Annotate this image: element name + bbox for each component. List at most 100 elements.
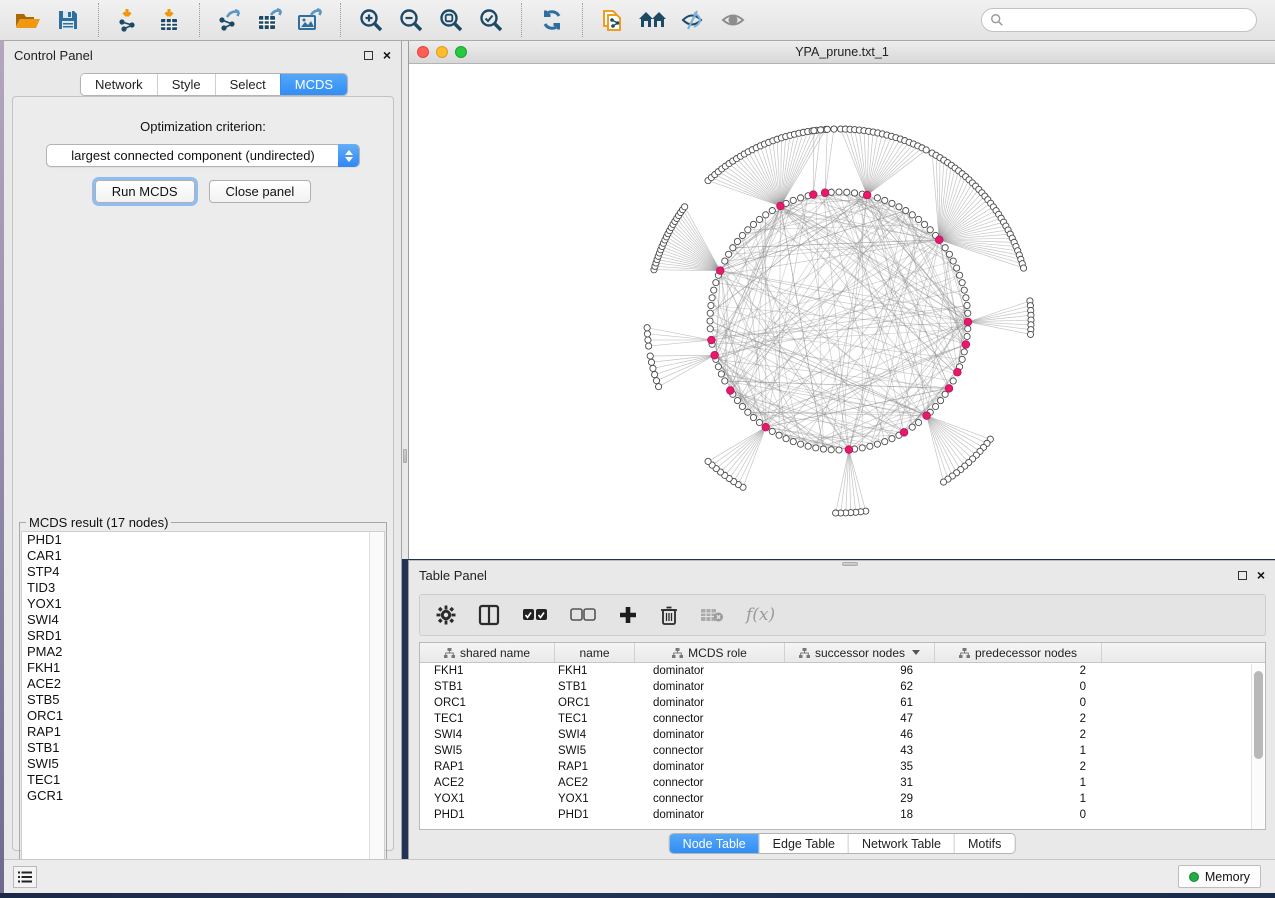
float-panel-icon[interactable] xyxy=(364,51,373,60)
splitter-grip[interactable] xyxy=(403,449,407,463)
memory-button[interactable]: Memory xyxy=(1178,865,1261,888)
table-row[interactable]: SWI4SWI4dominator462 xyxy=(420,727,1265,743)
tab-style[interactable]: Style xyxy=(157,74,215,95)
add-column-button[interactable] xyxy=(618,605,638,625)
first-neighbors-button[interactable] xyxy=(633,3,673,37)
table-row[interactable]: ORC1ORC1dominator610 xyxy=(420,695,1265,711)
delete-column-button[interactable] xyxy=(660,605,678,625)
zoom-fit-button[interactable] xyxy=(431,3,471,37)
table-row[interactable]: STB1STB1dominator620 xyxy=(420,679,1265,695)
mcds-result-item[interactable]: RAP1 xyxy=(22,724,384,740)
table-cell: 2 xyxy=(935,729,1102,741)
show-all-button[interactable] xyxy=(713,3,753,37)
horizontal-splitter-grip[interactable] xyxy=(842,562,858,566)
mcds-result-item[interactable]: STP4 xyxy=(22,564,384,580)
network-window-titlebar[interactable]: YPA_prune.txt_1 xyxy=(409,41,1275,64)
table-cell: 0 xyxy=(935,809,1102,821)
mcds-result-item[interactable]: PHD1 xyxy=(22,532,384,548)
refresh-icon xyxy=(540,8,564,32)
table-cell: SWI5 xyxy=(555,745,635,757)
close-panel-button[interactable]: Close panel xyxy=(209,180,312,203)
network-canvas[interactable] xyxy=(409,64,1274,558)
mcds-result-item[interactable]: FKH1 xyxy=(22,660,384,676)
mcds-result-item[interactable]: CAR1 xyxy=(22,548,384,564)
column-header-name[interactable]: name xyxy=(555,643,635,662)
table-row[interactable]: SWI5SWI5connector431 xyxy=(420,743,1265,759)
float-panel-icon[interactable] xyxy=(1238,571,1247,580)
table-scrollbar[interactable] xyxy=(1251,664,1264,830)
tab-mcds[interactable]: MCDS xyxy=(280,74,347,95)
column-header-predecessor-nodes[interactable]: predecessor nodes xyxy=(935,643,1102,662)
close-panel-icon[interactable]: × xyxy=(383,50,391,60)
delete-table-icon xyxy=(700,607,724,623)
mcds-result-item[interactable]: TID3 xyxy=(22,580,384,596)
vertical-splitter[interactable] xyxy=(402,41,408,559)
column-header-successor-nodes[interactable]: successor nodes xyxy=(785,643,935,662)
open-file-button[interactable] xyxy=(8,3,48,37)
show-columns-button[interactable] xyxy=(478,604,500,626)
import-table-button[interactable] xyxy=(149,3,189,37)
table-row[interactable]: ACE2ACE2connector311 xyxy=(420,775,1265,791)
column-header-shared-name[interactable]: shared name xyxy=(420,643,555,662)
hide-selected-button[interactable] xyxy=(673,3,713,37)
table-row[interactable]: RAP1RAP1dominator352 xyxy=(420,759,1265,775)
export-network-button[interactable] xyxy=(210,3,250,37)
selected-option: largest connected component (undirected) xyxy=(47,148,359,163)
mcds-result-item[interactable]: SWI4 xyxy=(22,612,384,628)
optimization-criterion-label: Optimization criterion: xyxy=(13,119,393,134)
close-panel-icon[interactable]: × xyxy=(1257,570,1265,580)
toolbar-separator xyxy=(521,3,522,37)
table-row[interactable]: YOX1YOX1connector291 xyxy=(420,791,1265,807)
mcds-result-list[interactable]: PHD1CAR1STP4TID3YOX1SWI4SRD1PMA2FKH1ACE2… xyxy=(21,531,385,891)
table-row[interactable]: FKH1FKH1dominator962 xyxy=(420,663,1265,679)
run-mcds-button[interactable]: Run MCDS xyxy=(95,180,195,203)
save-session-button[interactable] xyxy=(48,3,88,37)
tab-motifs[interactable]: Motifs xyxy=(954,834,1014,853)
mcds-result-item[interactable]: YOX1 xyxy=(22,596,384,612)
network-graph[interactable] xyxy=(409,64,1274,558)
tab-node-table[interactable]: Node Table xyxy=(670,834,759,853)
toolbar-separator xyxy=(582,3,583,37)
refresh-button[interactable] xyxy=(532,3,572,37)
search-input[interactable] xyxy=(1004,10,1256,30)
table-cell: 2 xyxy=(935,713,1102,725)
mcds-result-item[interactable]: PMA2 xyxy=(22,644,384,660)
mcds-result-item[interactable]: SRD1 xyxy=(22,628,384,644)
column-header-mcds-role[interactable]: MCDS role xyxy=(635,643,785,662)
mcds-result-item[interactable]: SWI5 xyxy=(22,756,384,772)
tab-select[interactable]: Select xyxy=(215,74,280,95)
export-table-button[interactable] xyxy=(250,3,290,37)
mcds-result-item[interactable]: GCR1 xyxy=(22,788,384,804)
tab-network-table[interactable]: Network Table xyxy=(848,834,954,853)
mcds-result-item[interactable]: STB5 xyxy=(22,692,384,708)
mcds-result-item[interactable]: TEC1 xyxy=(22,772,384,788)
import-network-icon xyxy=(117,8,141,32)
table-row[interactable]: TEC1TEC1connector472 xyxy=(420,711,1265,727)
sort-chevron-icon[interactable] xyxy=(912,650,920,655)
table-cell: connector xyxy=(635,713,785,725)
search-field[interactable] xyxy=(981,8,1257,32)
task-history-button[interactable] xyxy=(13,866,37,888)
table-options-gear-button[interactable] xyxy=(436,605,456,625)
table-cell: 18 xyxy=(785,809,935,821)
zoom-selected-button[interactable] xyxy=(471,3,511,37)
unchecked-boxes-icon xyxy=(570,608,596,622)
table-scrollbar-thumb[interactable] xyxy=(1254,671,1263,759)
import-network-button[interactable] xyxy=(109,3,149,37)
deselect-all-button[interactable] xyxy=(570,608,596,622)
optimization-criterion-select[interactable]: largest connected component (undirected) xyxy=(46,144,360,167)
table-cell: RAP1 xyxy=(555,761,635,773)
mcds-result-item[interactable]: ACE2 xyxy=(22,676,384,692)
zoom-in-button[interactable] xyxy=(351,3,391,37)
clone-network-button[interactable] xyxy=(593,3,633,37)
mcds-result-item[interactable]: STB1 xyxy=(22,740,384,756)
select-all-button[interactable] xyxy=(522,608,548,622)
tab-network[interactable]: Network xyxy=(81,74,157,95)
mcds-result-item[interactable]: ORC1 xyxy=(22,708,384,724)
table-row[interactable]: PHD1PHD1dominator180 xyxy=(420,807,1265,823)
mcds-list-scrollbar[interactable] xyxy=(369,532,384,890)
export-image-button[interactable] xyxy=(290,3,330,37)
tab-edge-table[interactable]: Edge Table xyxy=(759,834,848,853)
zoom-out-button[interactable] xyxy=(391,3,431,37)
table-cell: 1 xyxy=(935,793,1102,805)
